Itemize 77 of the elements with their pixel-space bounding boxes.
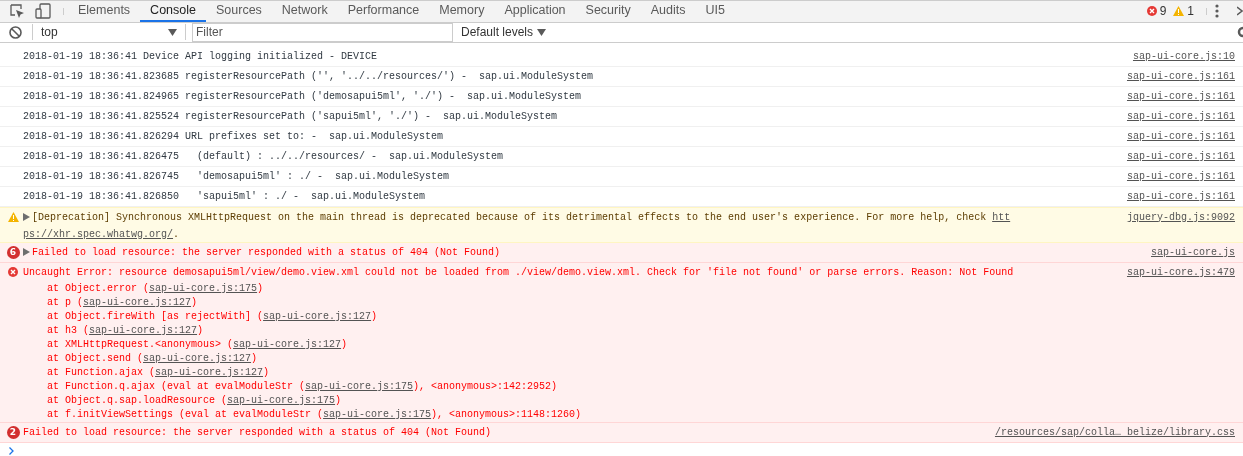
panel-tab[interactable]: Performance: [337, 1, 430, 22]
warning-icon: [7, 212, 19, 223]
stack-trace-line: at Object.q.sap.loadResource (sap-ui-core.js:175): [47, 394, 342, 406]
log-message: 2018-01-19 18:36:41.826850 'sapui5ml' : ./ - sap.ui.ModuleSystem: [23, 189, 426, 204]
link[interactable]: sap-ui-core.js:127: [233, 338, 342, 350]
link[interactable]: htt: [992, 211, 1011, 223]
source-link[interactable]: jquery-dbg.js:9092: [1124, 207, 1235, 227]
link[interactable]: sap-ui-core.js:175: [305, 380, 414, 392]
warning-icon: [1173, 6, 1185, 17]
link[interactable]: sap-ui-core.js:175: [227, 394, 336, 406]
stack-trace-line: at p (sap-ui-core.js:127): [47, 296, 198, 308]
expand-triangle-icon[interactable]: [23, 248, 30, 257]
link[interactable]: sap-ui-core.js:127: [143, 352, 252, 364]
log-message: 2018-01-19 18:36:41.826745 'demosapui5ml' : ./ - sap.ui.ModuleSystem: [23, 169, 450, 184]
panel-tab[interactable]: Sources: [206, 1, 272, 22]
more-options-icon[interactable]: [1215, 4, 1219, 19]
stack-trace-line: at Object.error (sap-ui-core.js:175): [47, 282, 264, 294]
link[interactable]: sap-ui-core.js:127: [263, 310, 372, 322]
log-levels-dropdown[interactable]: Default levels: [461, 23, 547, 42]
log-message: 2018-01-19 18:36:41.826475 (default) : ../../resources/ - sap.ui.ModuleSystem: [23, 149, 504, 164]
stack-trace-line: at f.initViewSettings (eval at evalModuleStr (sap-ui-core.js:175), <anonymous>:1148:1260): [47, 408, 582, 420]
panel-tab[interactable]: Memory: [429, 1, 495, 22]
link[interactable]: sap-ui-core.js:127: [155, 366, 264, 378]
panel-tab[interactable]: Console: [140, 1, 206, 22]
link[interactable]: ps://xhr.spec.whatwg.org/: [23, 228, 174, 240]
log-message: 2018-01-19 18:36:41.823685 registerResourcePath ('', '../../resources/') - sap.ui.ModuleSystem: [23, 69, 594, 84]
stack-trace-line: at Function.q.ajax (eval at evalModuleStr (sap-ui-core.js:175), <anonymous>:142:2952): [47, 380, 558, 392]
source-link[interactable]: sap-ui-core.js:479: [1124, 262, 1235, 282]
stack-trace-line: at Object.send (sap-ui-core.js:127): [47, 352, 258, 364]
source-link[interactable]: sap-ui-core.js:161: [1124, 146, 1235, 166]
panel-tab[interactable]: Audits: [640, 1, 696, 22]
log-message: 2018-01-19 18:36:41.826294 URL prefixes set to: - sap.ui.ModuleSystem: [23, 129, 444, 144]
error-icon: [1146, 6, 1157, 17]
source-link[interactable]: sap-ui-core.js:161: [1124, 106, 1235, 126]
link[interactable]: sap-ui-core.js:127: [89, 324, 198, 336]
panel-tab[interactable]: Network: [271, 1, 338, 22]
link[interactable]: sap-ui-core.js:175: [149, 282, 258, 294]
panel-tab[interactable]: UI5: [695, 1, 735, 22]
link[interactable]: sap-ui-core.js:175: [323, 408, 432, 420]
source-link[interactable]: sap-ui-core.js: [1149, 242, 1235, 262]
expand-triangle-icon[interactable]: [23, 213, 30, 222]
panel-tab[interactable]: Application: [494, 1, 576, 22]
panel-tab[interactable]: Elements: [68, 1, 141, 22]
source-link[interactable]: sap-ui-core.js:161: [1124, 186, 1235, 206]
source-link[interactable]: sap-ui-core.js:161: [1124, 86, 1235, 106]
prompt-chevron-icon[interactable]: [9, 446, 14, 455]
stack-trace-line: at Object.fireWith [as rejectWith] (sap-ui-core.js:127): [47, 310, 378, 322]
clear-console-icon[interactable]: [9, 25, 22, 39]
caret-icon: [537, 28, 547, 36]
source-link[interactable]: sap-ui-core.js:161: [1124, 66, 1235, 86]
error-icon: [8, 267, 18, 278]
log-message: [Deprecation] Synchronous XMLHttpRequest on the main thread is deprecated because of its detrimental effects to the end user's experience. For more help, check htt: [32, 210, 1011, 225]
log-message: Failed to load resource: the server responded with a status of 404 (Not Found): [23, 425, 492, 440]
filter-field[interactable]: Filter: [192, 22, 453, 42]
log-message: 2018-01-19 18:36:41.824965 registerResourcePath ('demosapui5ml', './') - sap.ui.ModuleSystem: [23, 89, 582, 104]
source-link[interactable]: sap-ui-core.js:10: [1130, 46, 1235, 66]
device-toolbar-icon[interactable]: [35, 3, 51, 20]
context-select[interactable]: top: [41, 23, 181, 42]
log-message: 2018-01-19 18:36:41.825524 registerResourcePath ('sapui5ml', './') - sap.ui.ModuleSystem: [23, 109, 558, 124]
stack-trace-line: at XMLHttpRequest.<anonymous> (sap-ui-core.js:127): [47, 338, 348, 350]
stack-trace-line: at h3 (sap-ui-core.js:127): [47, 324, 204, 336]
stack-trace-line: at Function.ajax (sap-ui-core.js:127): [47, 366, 270, 378]
source-link[interactable]: sap-ui-core.js:161: [1124, 166, 1235, 186]
log-message: Failed to load resource: the server responded with a status of 404 (Not Found): [32, 245, 501, 260]
source-link[interactable]: /resources/sap/colla… belize/library.css: [992, 422, 1235, 442]
warning-count: 1: [1187, 3, 1194, 21]
log-message: Uncaught Error: resource demosapui5ml/view/demo.view.xml could not be loaded from ./view/demo.view.xml. Check for 'file not found' or parse errors. Reason: Not Found: [23, 265, 1014, 280]
inspect-element-icon[interactable]: [9, 3, 25, 20]
log-message: ps://xhr.spec.whatwg.org/.: [23, 227, 180, 242]
count-badge: 6: [6, 245, 20, 259]
count-badge: 2: [6, 425, 20, 439]
panel-tab[interactable]: Security: [575, 1, 641, 22]
log-message: 2018-01-19 18:36:41 Device API logging initialized - DEVICE: [23, 49, 378, 64]
error-count: 9: [1159, 3, 1167, 21]
link[interactable]: sap-ui-core.js:127: [83, 296, 192, 308]
caret-icon: [168, 28, 177, 36]
source-link[interactable]: sap-ui-core.js:161: [1124, 126, 1235, 146]
